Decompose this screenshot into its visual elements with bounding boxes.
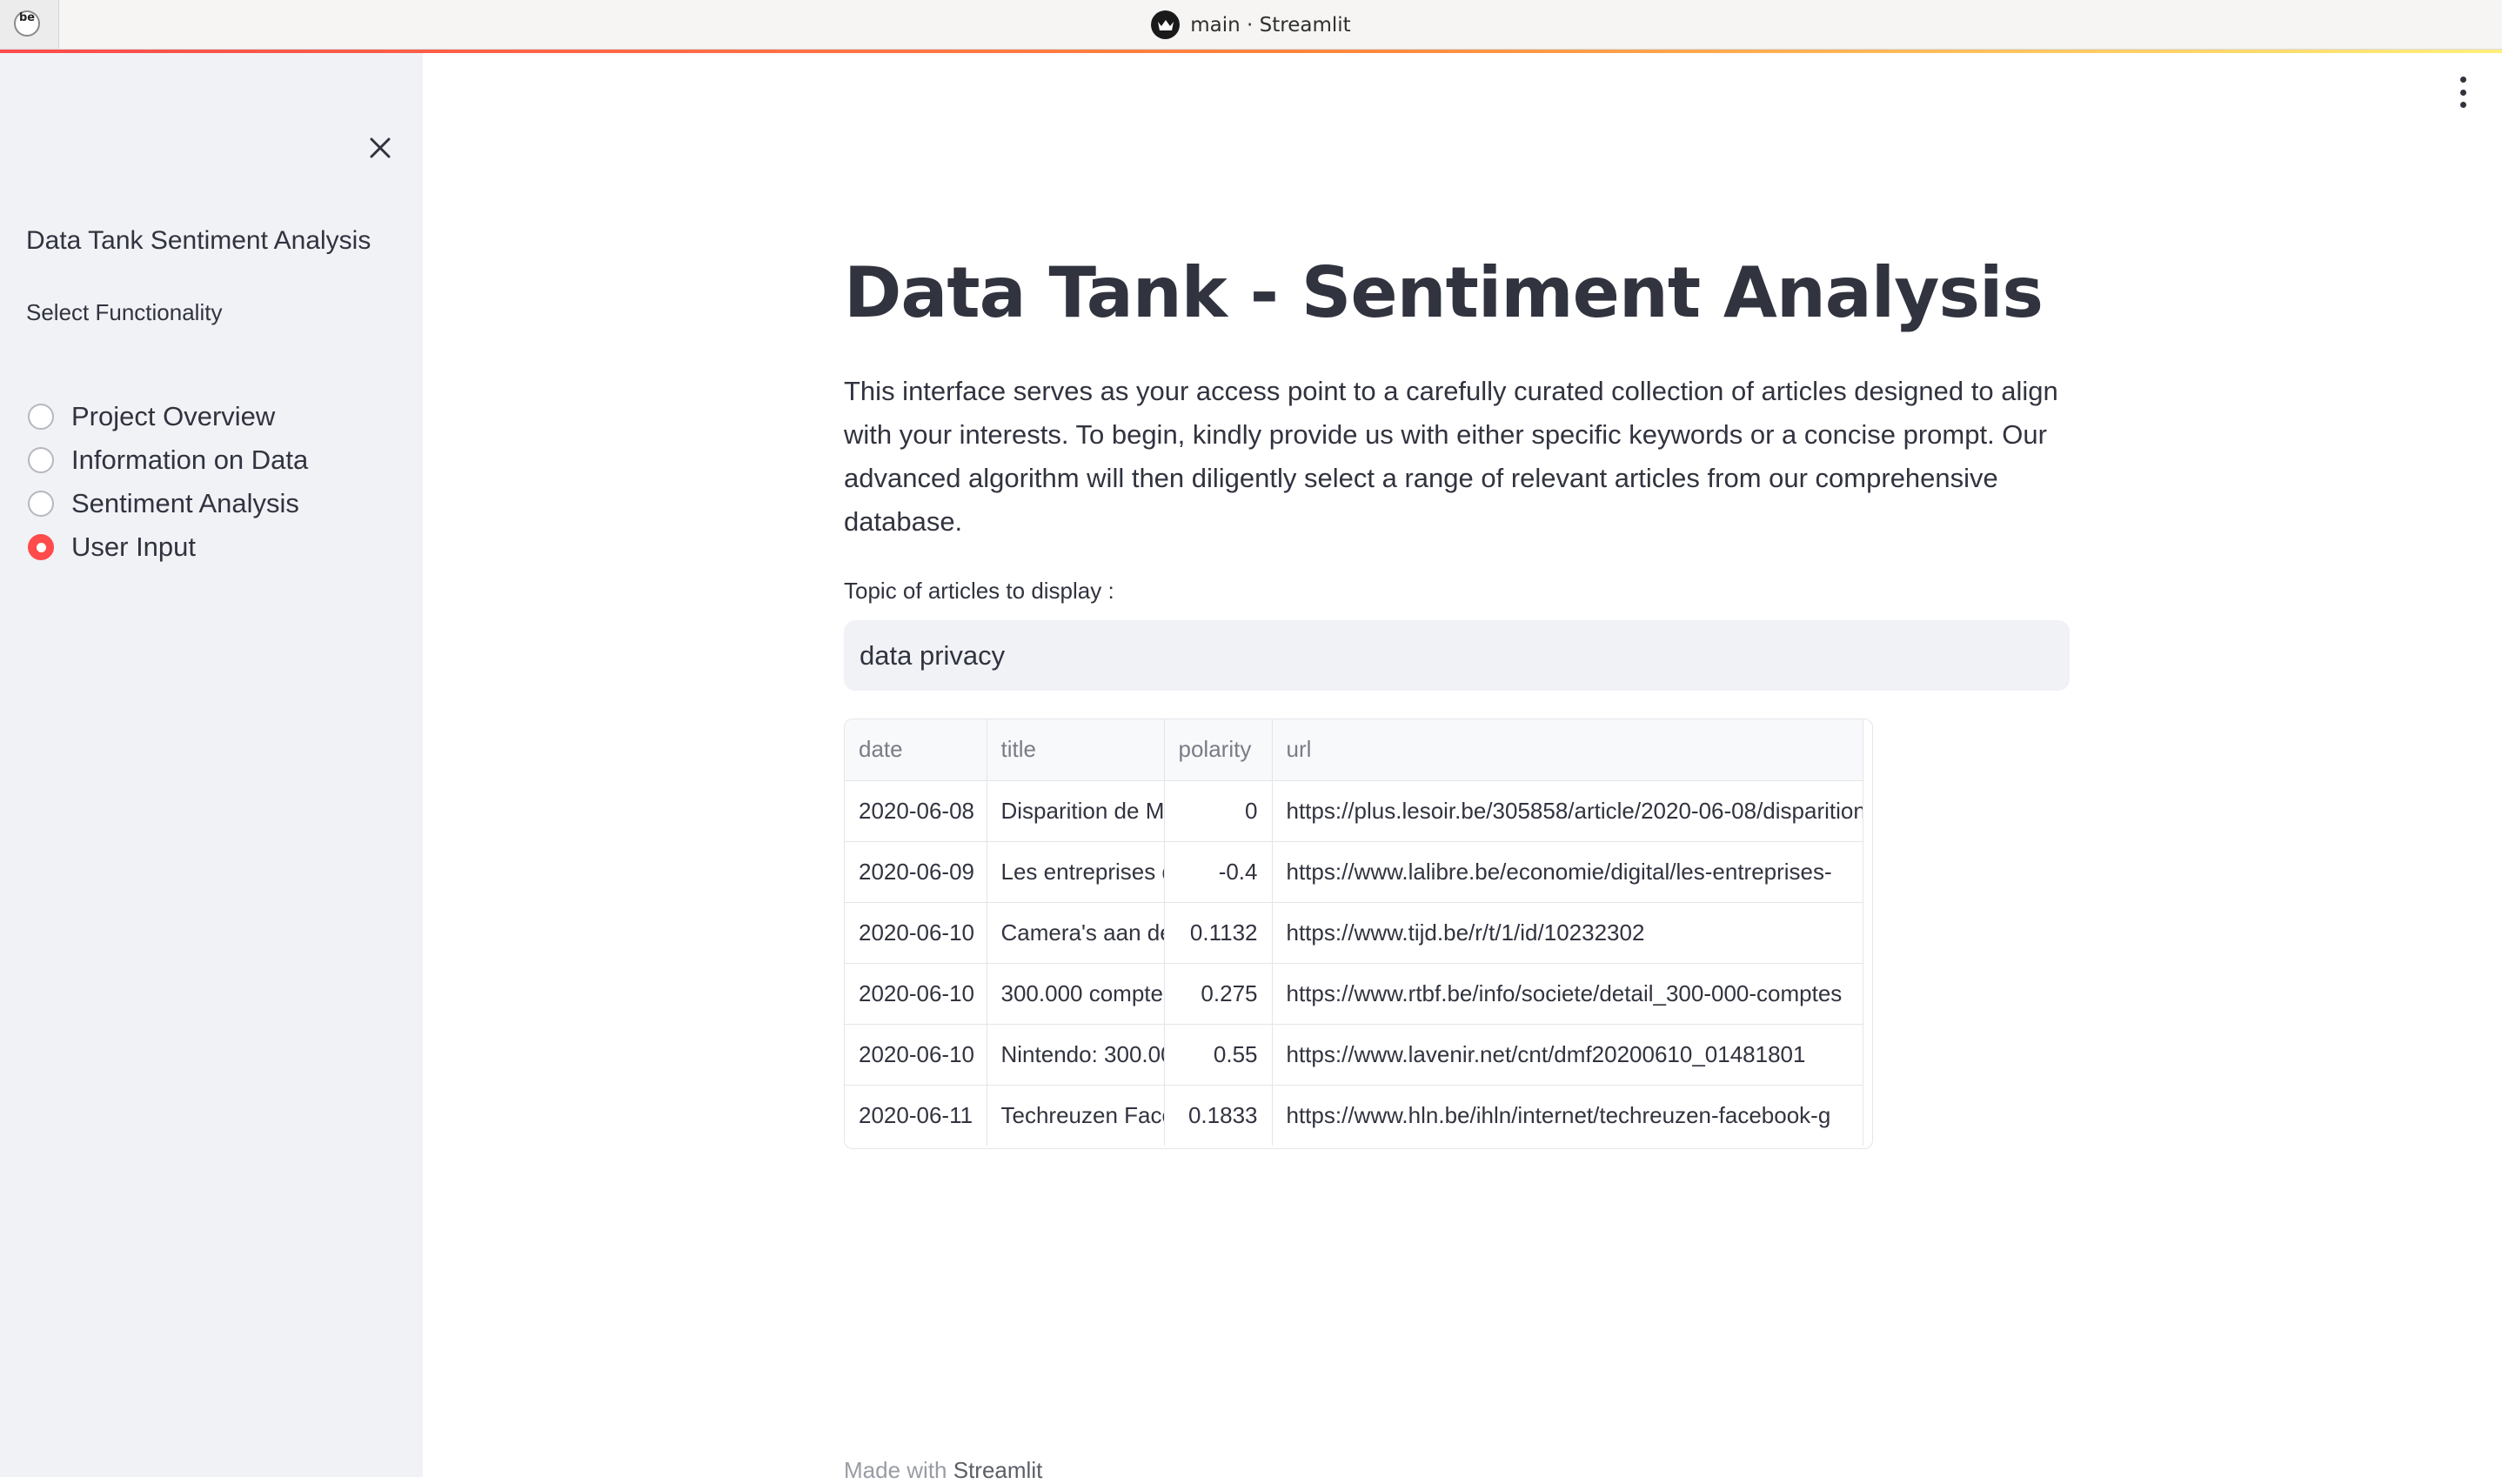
- radio-button[interactable]: [28, 404, 54, 430]
- radio-information-on-data[interactable]: Information on Data: [28, 438, 308, 482]
- cell-url[interactable]: https://www.rtbf.be/info/societe/detail_…: [1272, 963, 1863, 1025]
- close-icon: [370, 137, 391, 158]
- cell-polarity[interactable]: 0.1833: [1164, 1085, 1273, 1146]
- radio-label: Sentiment Analysis: [71, 488, 299, 518]
- cell-date[interactable]: 2020-06-10: [845, 1024, 987, 1086]
- radio-button-selected[interactable]: [28, 534, 54, 560]
- intro-paragraph: This interface serves as your access poi…: [844, 376, 2058, 537]
- footer: Made with Streamlit: [844, 1457, 1042, 1484]
- close-sidebar-button[interactable]: [365, 133, 395, 163]
- cell-polarity[interactable]: 0: [1164, 780, 1273, 842]
- cell-date[interactable]: 2020-06-09: [845, 841, 987, 903]
- cell-date[interactable]: 2020-06-08: [845, 780, 987, 842]
- articles-table[interactable]: date title polarity url 2020-06-08 Dispa…: [844, 719, 1873, 1149]
- cell-url[interactable]: https://www.tijd.be/r/t/1/id/10232302: [1272, 902, 1863, 964]
- cell-url[interactable]: https://plus.lesoir.be/305858/article/20…: [1272, 780, 1863, 842]
- cell-polarity[interactable]: 0.275: [1164, 963, 1273, 1025]
- topic-input-label: Topic of articles to display :: [844, 578, 1114, 604]
- table-header-row: date title polarity url: [845, 719, 1863, 781]
- cell-polarity[interactable]: 0.1132: [1164, 902, 1273, 964]
- kebab-dot: [2459, 77, 2466, 83]
- cell-date[interactable]: 2020-06-11: [845, 1085, 987, 1146]
- cell-date[interactable]: 2020-06-10: [845, 963, 987, 1025]
- cell-url[interactable]: https://www.lavenir.net/cnt/dmf20200610_…: [1272, 1024, 1863, 1086]
- streamlit-crown-icon: [1151, 10, 1181, 39]
- app-favicon-button[interactable]: be: [0, 0, 59, 49]
- radio-user-input[interactable]: User Input: [28, 525, 308, 569]
- table-row: 2020-06-10 Nintendo: 300.00 0.55 https:/…: [845, 1024, 1863, 1086]
- functionality-radio-group: Project Overview Information on Data Sen…: [28, 395, 308, 569]
- select-functionality-label: Select Functionality: [26, 299, 223, 325]
- topic-input[interactable]: [844, 620, 2070, 691]
- column-header-url[interactable]: url: [1272, 719, 1863, 781]
- column-header-date[interactable]: date: [845, 719, 987, 781]
- table-row: 2020-06-08 Disparition de M 0 https://pl…: [845, 780, 1863, 842]
- cell-url[interactable]: https://www.lalibre.be/economie/digital/…: [1272, 841, 1863, 903]
- page-title: Data Tank - Sentiment Analysis: [844, 252, 2044, 333]
- kebab-dot: [2459, 102, 2466, 108]
- cell-title[interactable]: Techreuzen Face: [987, 1085, 1165, 1146]
- cell-title[interactable]: 300.000 comptes: [987, 963, 1165, 1025]
- table-row: 2020-06-11 Techreuzen Face 0.1833 https:…: [845, 1085, 1863, 1146]
- column-header-title[interactable]: title: [987, 719, 1165, 781]
- radio-label: Information on Data: [71, 445, 309, 475]
- app-logo-icon: be: [14, 10, 40, 37]
- radio-label: Project Overview: [71, 401, 276, 431]
- column-header-polarity[interactable]: polarity: [1164, 719, 1273, 781]
- radio-project-overview[interactable]: Project Overview: [28, 395, 308, 438]
- kebab-dot: [2459, 89, 2466, 96]
- radio-button[interactable]: [28, 491, 54, 517]
- radio-label: User Input: [71, 531, 197, 562]
- window-title-text: main · Streamlit: [1190, 13, 1351, 37]
- browser-titlebar: be main · Streamlit: [0, 0, 2502, 50]
- streamlit-link[interactable]: Streamlit: [953, 1457, 1043, 1483]
- cell-url[interactable]: https://www.hln.be/ihln/internet/techreu…: [1272, 1085, 1863, 1146]
- sidebar: Data Tank Sentiment Analysis Select Func…: [0, 53, 423, 1477]
- cell-title[interactable]: Les entreprises d: [987, 841, 1165, 903]
- cell-title[interactable]: Disparition de M: [987, 780, 1165, 842]
- sidebar-title: Data Tank Sentiment Analysis: [26, 226, 371, 255]
- footer-prefix: Made with: [844, 1457, 947, 1483]
- table-row: 2020-06-10 300.000 comptes 0.275 https:/…: [845, 963, 1863, 1025]
- cell-polarity[interactable]: -0.4: [1164, 841, 1273, 903]
- table-row: 2020-06-10 Camera's aan de 0.1132 https:…: [845, 902, 1863, 964]
- cell-date[interactable]: 2020-06-10: [845, 902, 987, 964]
- main-menu-button[interactable]: [2450, 77, 2476, 108]
- cell-title[interactable]: Nintendo: 300.00: [987, 1024, 1165, 1086]
- table-row: 2020-06-09 Les entreprises d -0.4 https:…: [845, 841, 1863, 903]
- cell-polarity[interactable]: 0.55: [1164, 1024, 1273, 1086]
- radio-button[interactable]: [28, 447, 54, 473]
- window-title: main · Streamlit: [0, 0, 2502, 50]
- cell-title[interactable]: Camera's aan de: [987, 902, 1165, 964]
- radio-sentiment-analysis[interactable]: Sentiment Analysis: [28, 482, 308, 525]
